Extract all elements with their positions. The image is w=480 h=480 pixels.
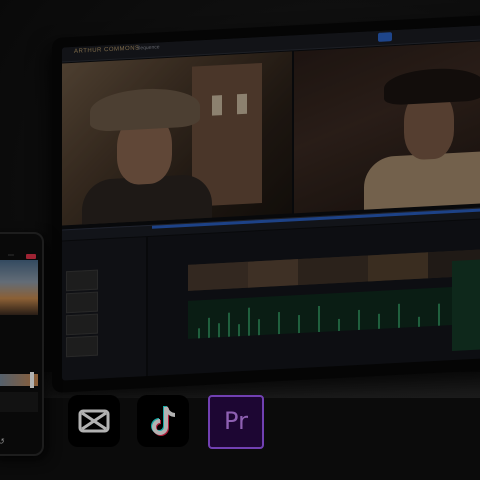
- audio-wave: [218, 323, 220, 338]
- monitor: ARTHUR COMMONS Sequence: [52, 14, 480, 393]
- premiere-pro-icon[interactable]: Pr: [208, 395, 264, 449]
- project-thumbnail[interactable]: [66, 269, 98, 292]
- phone-export-button[interactable]: [26, 254, 36, 259]
- capcut-icon[interactable]: [68, 395, 120, 447]
- phone-toolbar[interactable]: [0, 392, 38, 412]
- video-track[interactable]: [188, 249, 480, 291]
- audio-meter: [452, 258, 480, 352]
- video-clip[interactable]: [298, 255, 369, 286]
- audio-wave: [228, 312, 230, 337]
- video-clip[interactable]: [188, 261, 249, 291]
- sequence-tab[interactable]: Sequence: [137, 44, 160, 51]
- cowboy-hat: [384, 66, 480, 106]
- audio-wave: [358, 309, 360, 330]
- window-shape: [212, 95, 222, 116]
- audio-wave: [438, 303, 440, 326]
- phone-menu-icon[interactable]: ⋯: [8, 252, 14, 259]
- phone: ⋯ ↺: [0, 232, 44, 456]
- audio-wave: [298, 315, 300, 334]
- premiere-pro-label: Pr: [224, 407, 248, 435]
- source-monitor[interactable]: [62, 51, 292, 226]
- audio-wave: [238, 324, 240, 337]
- audio-wave: [318, 305, 320, 333]
- project-thumbnail[interactable]: [66, 291, 98, 314]
- timeline-panel[interactable]: [148, 218, 480, 377]
- audio-wave: [278, 312, 280, 335]
- audio-wave: [398, 303, 400, 328]
- project-panel: [62, 237, 146, 381]
- program-monitor[interactable]: [294, 39, 480, 214]
- editor-app-title: ARTHUR COMMONS: [74, 45, 140, 55]
- tiktok-logo: [151, 406, 176, 436]
- cowboy-hat: [90, 86, 200, 133]
- phone-video-preview: [0, 260, 38, 315]
- capcut-logo: [78, 409, 110, 433]
- phone-back-icon[interactable]: ↺: [0, 437, 5, 446]
- audio-wave: [418, 316, 420, 327]
- audio-wave: [208, 317, 210, 338]
- editor-screen: ARTHUR COMMONS Sequence: [62, 24, 480, 381]
- audio-wave: [248, 307, 250, 336]
- window-shape: [237, 93, 247, 115]
- audio-wave: [198, 328, 200, 339]
- workspace-button[interactable]: [378, 32, 392, 42]
- video-clip[interactable]: [248, 259, 299, 288]
- video-clip[interactable]: [368, 252, 429, 282]
- project-thumbnail[interactable]: [66, 335, 98, 358]
- audio-wave: [338, 318, 340, 332]
- audio-track[interactable]: [188, 285, 480, 339]
- phone-playhead[interactable]: [30, 372, 34, 388]
- audio-wave: [378, 313, 380, 329]
- tiktok-icon[interactable]: [137, 395, 189, 447]
- audio-wave: [258, 319, 260, 336]
- project-thumbnail[interactable]: [66, 313, 98, 336]
